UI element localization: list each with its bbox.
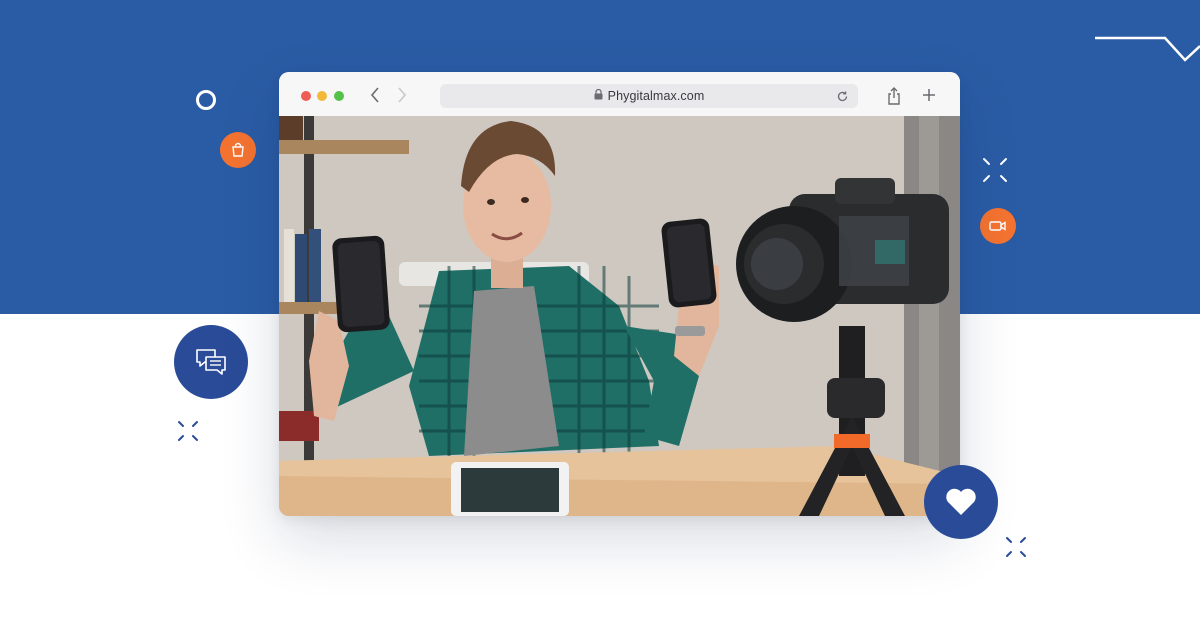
ring-icon [196,90,216,110]
shopping-bag-icon [220,132,256,168]
shelf-board [279,140,409,154]
browser-window: Phygitalmax.com [279,72,960,516]
page-viewport [279,116,960,516]
heart-icon [924,465,998,539]
minimize-window-button[interactable] [317,91,327,101]
hero-photo [279,116,960,516]
line-decoration [1095,36,1200,62]
url-text: Phygitalmax.com [607,89,705,103]
chat-icon [174,325,248,399]
browser-toolbar: Phygitalmax.com [279,72,960,116]
chevron-right-icon[interactable] [394,86,410,104]
sparkle-icon [1006,537,1026,557]
video-camera-icon [980,208,1016,244]
plus-icon[interactable] [921,87,937,103]
reload-icon[interactable] [834,88,850,104]
address-bar[interactable]: Phygitalmax.com [440,84,858,108]
lock-icon [594,87,603,105]
close-window-button[interactable] [301,91,311,101]
share-icon[interactable] [885,86,903,106]
sparkle-icon [983,158,1007,182]
sparkle-icon [178,421,198,441]
maximize-window-button[interactable] [334,91,344,101]
chevron-left-icon[interactable] [367,86,383,104]
